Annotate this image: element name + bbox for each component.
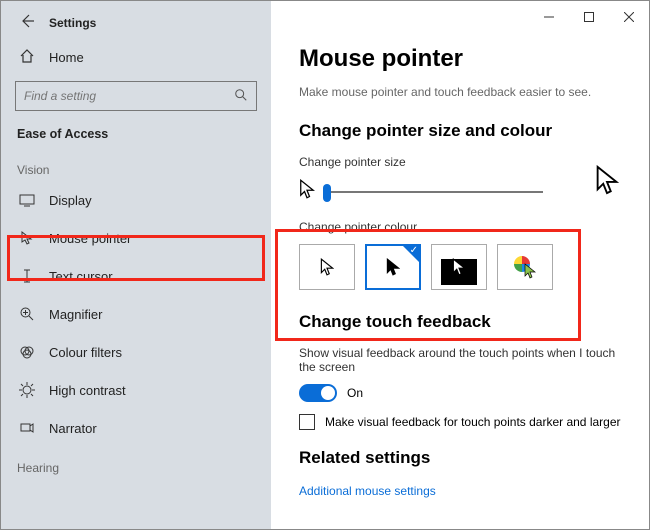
search-icon <box>234 88 248 105</box>
sidebar-home[interactable]: Home <box>1 38 271 77</box>
pointer-preview-large <box>595 165 619 200</box>
sidebar-item-mouse-pointer[interactable]: Mouse pointer <box>1 219 271 257</box>
home-icon <box>19 48 35 67</box>
text-cursor-icon <box>19 268 35 284</box>
sidebar-item-colour-filters[interactable]: Colour filters <box>1 333 271 371</box>
pointer-colour-white[interactable] <box>299 244 355 290</box>
titlebar <box>1 1 649 33</box>
minimize-button[interactable] <box>529 3 569 31</box>
sidebar-item-magnifier[interactable]: Magnifier <box>1 295 271 333</box>
touch-desc: Show visual feedback around the touch po… <box>299 346 621 374</box>
content-pane: Mouse pointer Make mouse pointer and tou… <box>271 1 649 529</box>
page-subtitle: Make mouse pointer and touch feedback ea… <box>299 85 621 99</box>
search-field[interactable] <box>24 89 234 103</box>
colour-label: Change pointer colour <box>299 220 621 234</box>
sidebar-item-high-contrast[interactable]: High contrast <box>1 371 271 409</box>
darker-larger-checkbox[interactable]: Make visual feedback for touch points da… <box>299 414 621 430</box>
close-button[interactable] <box>609 3 649 31</box>
pointer-colour-custom[interactable] <box>497 244 553 290</box>
touch-feedback-heading: Change touch feedback <box>299 312 621 332</box>
size-label: Change pointer size <box>299 155 621 169</box>
related-heading: Related settings <box>299 448 621 468</box>
touch-feedback-toggle[interactable]: On <box>299 384 621 402</box>
colour-filters-icon <box>19 344 35 360</box>
pointer-colour-inverted[interactable] <box>431 244 487 290</box>
pointer-colour-black[interactable]: ✓ <box>365 244 421 290</box>
toggle-state-label: On <box>347 386 363 400</box>
settings-window: Settings Home Ease of Access Vision Disp… <box>0 0 650 530</box>
pointer-size-slider[interactable] <box>323 191 543 193</box>
nav-label: Display <box>49 193 92 208</box>
darker-larger-label: Make visual feedback for touch points da… <box>325 415 621 429</box>
additional-mouse-settings-link[interactable]: Additional mouse settings <box>299 484 436 498</box>
sidebar-item-text-cursor[interactable]: Text cursor <box>1 257 271 295</box>
pointer-size-row <box>299 179 621 204</box>
section-heading: Ease of Access <box>1 121 271 149</box>
group-hearing-label: Hearing <box>1 447 271 479</box>
pointer-preview-small <box>299 179 315 204</box>
toggle-track <box>299 384 337 402</box>
slider-thumb[interactable] <box>323 184 331 202</box>
maximize-button[interactable] <box>569 3 609 31</box>
nav-label: Colour filters <box>49 345 122 360</box>
nav-label: Magnifier <box>49 307 102 322</box>
sidebar-item-display[interactable]: Display <box>1 181 271 219</box>
nav-label: Text cursor <box>49 269 113 284</box>
checkbox-box <box>299 414 315 430</box>
search-input[interactable] <box>15 81 257 111</box>
nav-label: Narrator <box>49 421 97 436</box>
size-colour-heading: Change pointer size and colour <box>299 121 621 141</box>
touch-feedback-section: Show visual feedback around the touch po… <box>299 346 621 430</box>
toggle-knob <box>321 386 335 400</box>
check-icon: ✓ <box>410 245 418 256</box>
pointer-colour-options: ✓ <box>299 244 621 290</box>
narrator-icon <box>19 420 35 436</box>
group-vision-label: Vision <box>1 149 271 181</box>
page-title: Mouse pointer <box>299 45 621 73</box>
sidebar: Settings Home Ease of Access Vision Disp… <box>1 1 271 529</box>
sidebar-item-narrator[interactable]: Narrator <box>1 409 271 447</box>
magnifier-icon <box>19 306 35 322</box>
nav-label: Mouse pointer <box>49 231 131 246</box>
mouse-pointer-icon <box>19 230 35 246</box>
nav-label: High contrast <box>49 383 126 398</box>
high-contrast-icon <box>19 382 35 398</box>
home-label: Home <box>49 50 84 65</box>
display-icon <box>19 192 35 208</box>
